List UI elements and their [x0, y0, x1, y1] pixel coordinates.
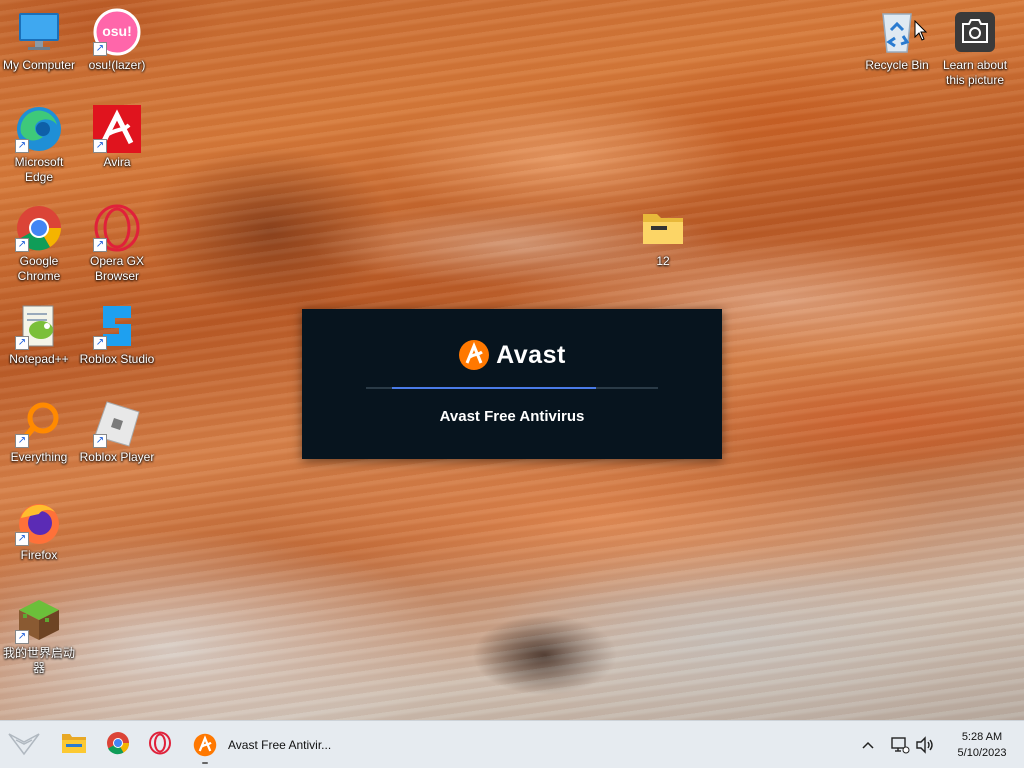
desktop-icon-label: 12	[656, 254, 670, 268]
taskbar-opera[interactable]	[144, 729, 176, 761]
mouse-cursor-icon	[914, 19, 928, 47]
camera-icon	[951, 8, 999, 56]
desktop-icon-label: Everything	[10, 450, 68, 464]
network-icon[interactable]	[890, 735, 910, 760]
avast-logo: Avast	[302, 339, 722, 371]
volume-icon[interactable]	[915, 735, 935, 760]
splash-progress-track	[366, 387, 658, 389]
desktop-icon-folder-12[interactable]: 12	[625, 204, 701, 269]
shortcut-arrow-icon: ↗	[15, 630, 29, 644]
taskbar-file-explorer[interactable]	[58, 729, 90, 761]
shortcut-arrow-icon: ↗	[93, 336, 107, 350]
opera-icon	[148, 731, 172, 760]
taskbar-app-label: Avast Free Antivir...	[228, 738, 332, 752]
desktop-icon-label: Roblox Player	[79, 450, 155, 464]
desktop-icon-minecraft-launcher[interactable]: ↗ 我的世界启动器	[1, 596, 77, 676]
desktop-icon-chrome[interactable]: ↗ Google Chrome	[1, 204, 77, 284]
desktop-icon-label: Recycle Bin	[865, 58, 929, 72]
desktop-icon-label: osu!(lazer)	[88, 58, 146, 72]
shortcut-arrow-icon: ↗	[15, 139, 29, 153]
chevron-up-icon	[862, 736, 874, 754]
desktop-icon-my-computer[interactable]: My Computer	[1, 8, 77, 73]
everything-search-icon: ↗	[15, 400, 63, 448]
desktop: My Computer osu! ↗ osu!(lazer) ↗ Microso…	[0, 0, 1024, 720]
splash-progress-fill	[392, 387, 596, 389]
opera-gx-icon: ↗	[93, 204, 141, 252]
folder-icon	[639, 204, 687, 252]
desktop-icon-notepad-plus-plus[interactable]: ↗ Notepad++	[1, 302, 77, 367]
chrome-icon: ↗	[15, 204, 63, 252]
desktop-icon-roblox-player[interactable]: ↗ Roblox Player	[79, 400, 155, 465]
desktop-icon-everything[interactable]: ↗ Everything	[1, 400, 77, 465]
desktop-icon-label: Avira	[103, 155, 131, 169]
avast-icon	[458, 339, 490, 371]
desktop-icon-label: Roblox Studio	[79, 352, 155, 366]
edge-icon: ↗	[15, 105, 63, 153]
tray-overflow-button[interactable]	[858, 735, 878, 755]
desktop-icon-label: Notepad++	[9, 352, 69, 366]
desktop-icon-label: Firefox	[20, 548, 58, 562]
roblox-player-icon: ↗	[93, 400, 141, 448]
osu-glyph: osu!	[102, 23, 132, 39]
desktop-icon-firefox[interactable]: ↗ Firefox	[1, 498, 77, 563]
chrome-icon	[106, 731, 130, 760]
taskbar-chrome[interactable]	[102, 729, 134, 761]
clock[interactable]: 5:28 AM 5/10/2023	[942, 729, 1022, 761]
start-icon	[8, 730, 40, 761]
avast-brand-text: Avast	[496, 340, 566, 369]
taskbar: Avast Free Antivir... 5:28 AM 5/10/2023	[0, 720, 1024, 768]
desktop-icon-osu[interactable]: osu! ↗ osu!(lazer)	[79, 8, 155, 73]
desktop-icon-label: Microsoft Edge	[14, 155, 64, 184]
shortcut-arrow-icon: ↗	[93, 139, 107, 153]
shortcut-arrow-icon: ↗	[15, 238, 29, 252]
start-button[interactable]	[8, 729, 40, 761]
desktop-icon-label: My Computer	[2, 58, 76, 72]
firefox-icon: ↗	[15, 498, 63, 546]
avira-icon: ↗	[93, 105, 141, 153]
desktop-icon-label: Learn about this picture	[942, 58, 1008, 87]
taskbar-avast-app[interactable]: Avast Free Antivir...	[186, 725, 346, 765]
avast-icon	[193, 733, 217, 757]
shortcut-arrow-icon: ↗	[15, 336, 29, 350]
desktop-icon-roblox-studio[interactable]: ↗ Roblox Studio	[79, 302, 155, 367]
shortcut-arrow-icon: ↗	[93, 42, 107, 56]
computer-icon	[15, 8, 63, 56]
desktop-icon-learn-about-picture[interactable]: Learn about this picture	[937, 8, 1013, 88]
folder-icon	[61, 732, 87, 759]
shortcut-arrow-icon: ↗	[15, 532, 29, 546]
desktop-icon-avira[interactable]: ↗ Avira	[79, 105, 155, 170]
shortcut-arrow-icon: ↗	[15, 434, 29, 448]
clock-date: 5/10/2023	[957, 747, 1007, 759]
splash-product-name: Avast Free Antivirus	[439, 408, 585, 425]
desktop-icon-label: Google Chrome	[17, 254, 61, 283]
desktop-icon-opera-gx[interactable]: ↗ Opera GX Browser	[79, 204, 155, 284]
avast-splash-window: Avast Avast Free Antivirus	[302, 309, 722, 459]
osu-icon: osu! ↗	[93, 8, 141, 56]
clock-time: 5:28 AM	[961, 731, 1003, 743]
active-indicator	[202, 762, 208, 764]
roblox-studio-icon: ↗	[93, 302, 141, 350]
shortcut-arrow-icon: ↗	[93, 434, 107, 448]
notepad-plus-plus-icon: ↗	[15, 302, 63, 350]
shortcut-arrow-icon: ↗	[93, 238, 107, 252]
desktop-icon-label: 我的世界启动器	[2, 646, 75, 675]
desktop-icon-edge[interactable]: ↗ Microsoft Edge	[1, 105, 77, 185]
minecraft-launcher-icon: ↗	[15, 596, 63, 644]
desktop-icon-label: Opera GX Browser	[89, 254, 145, 283]
